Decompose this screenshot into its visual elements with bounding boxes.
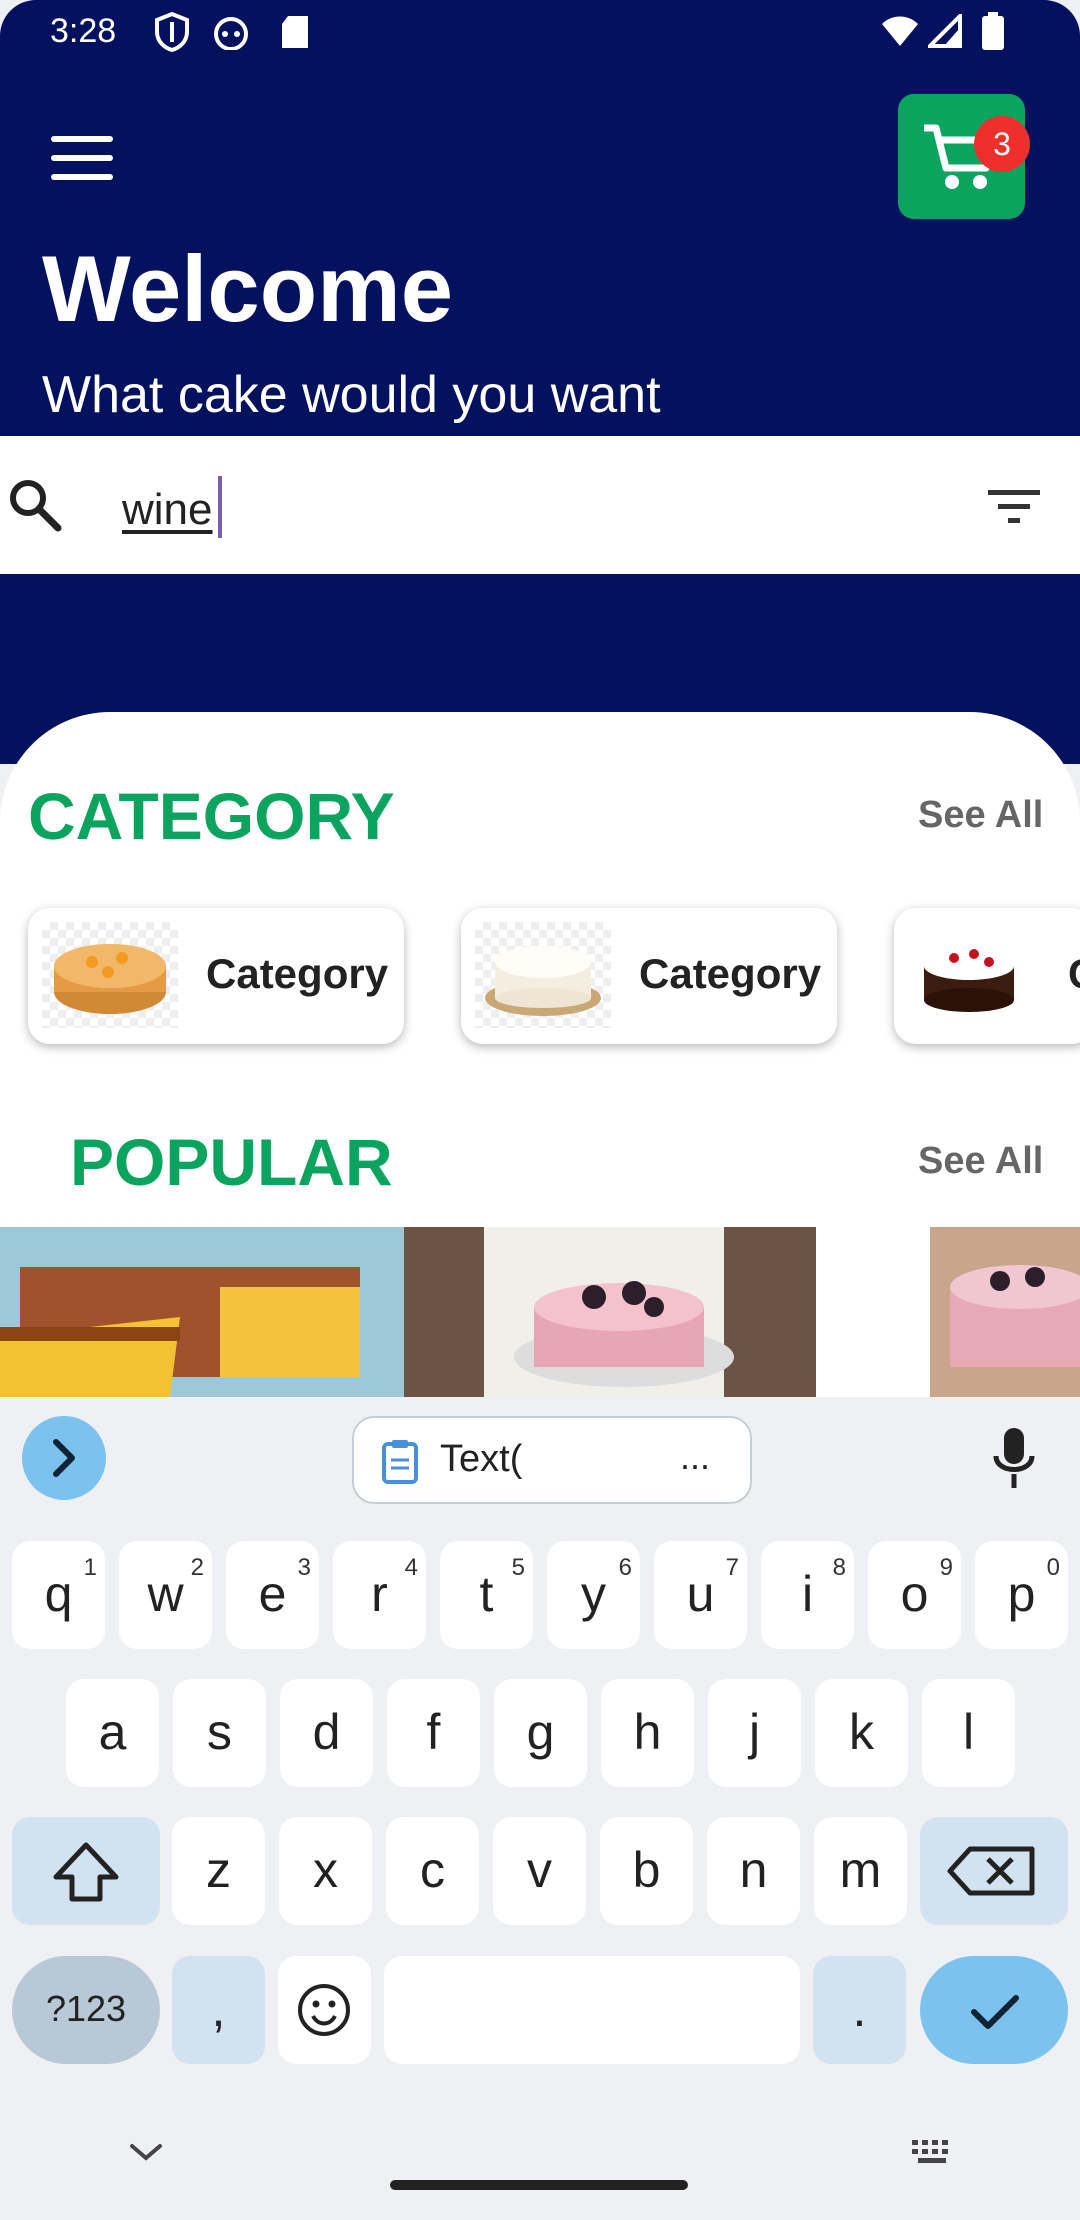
welcome-subtitle: What cake would you want <box>42 366 661 424</box>
popular-item-image[interactable] <box>0 1227 404 1397</box>
key-number-hint: 8 <box>832 1554 846 1581</box>
space-key[interactable] <box>384 1956 800 2064</box>
key-number-hint: 0 <box>1046 1554 1060 1581</box>
emoji-icon <box>298 1984 350 2036</box>
key-p[interactable]: p0 <box>975 1541 1068 1649</box>
popular-title: POPULAR <box>70 1125 393 1199</box>
chef-cake-image <box>404 1227 816 1397</box>
white-cake-image <box>485 946 601 1016</box>
key-m[interactable]: m <box>814 1817 907 1925</box>
sponge-cake-image <box>0 1227 404 1397</box>
search-icon[interactable] <box>6 476 62 532</box>
key-number-hint: 5 <box>511 1554 525 1581</box>
key-f[interactable]: f <box>387 1679 480 1787</box>
black-forest-cake-image <box>924 949 1014 1012</box>
key-g[interactable]: g <box>494 1679 587 1787</box>
key-d[interactable]: d <box>280 1679 373 1787</box>
backspace-icon <box>947 1846 1035 1896</box>
category-image <box>475 922 611 1028</box>
key-t[interactable]: t5 <box>440 1541 533 1649</box>
cat-icon <box>214 17 248 50</box>
key-number-hint: 4 <box>404 1554 418 1581</box>
key-r[interactable]: r4 <box>333 1541 426 1649</box>
category-see-all-link[interactable]: See All <box>918 794 1043 837</box>
key-h[interactable]: h <box>601 1679 694 1787</box>
keyboard-collapse-icon[interactable] <box>126 2140 166 2164</box>
key-j[interactable]: j <box>708 1679 801 1787</box>
clipboard-text: Text( <box>440 1438 523 1480</box>
enter-key[interactable] <box>920 1956 1068 2064</box>
category-title: CATEGORY <box>28 779 395 853</box>
key-number-hint: 9 <box>939 1554 953 1581</box>
cart-count-badge: 3 <box>974 116 1030 172</box>
key-number-hint: 6 <box>618 1554 632 1581</box>
welcome-title: Welcome <box>42 236 453 341</box>
category-label: C <box>1068 950 1080 998</box>
chevron-right-icon <box>53 1439 75 1477</box>
key-i[interactable]: i8 <box>761 1541 854 1649</box>
search-input[interactable]: wine <box>122 485 213 535</box>
category-card[interactable]: C <box>894 908 1080 1044</box>
key-w[interactable]: w2 <box>119 1541 212 1649</box>
orange-cake-image <box>54 944 166 1014</box>
popular-item-spacer <box>816 1227 930 1397</box>
key-y[interactable]: y6 <box>547 1541 640 1649</box>
shield-icon <box>155 12 189 52</box>
key-n[interactable]: n <box>707 1817 800 1925</box>
category-label: Category <box>639 950 822 997</box>
popular-item-image[interactable] <box>930 1227 1080 1397</box>
wifi-icon <box>882 16 918 46</box>
key-c[interactable]: c <box>386 1817 479 1925</box>
key-number-hint: 1 <box>83 1554 97 1581</box>
filter-icon[interactable] <box>988 488 1040 526</box>
category-card[interactable]: Category <box>461 908 837 1044</box>
category-label: Category <box>206 950 389 997</box>
text-cursor <box>218 476 222 538</box>
emoji-key[interactable] <box>278 1956 371 2064</box>
clipboard-suggestion[interactable]: Text( ... <box>352 1416 752 1504</box>
pink-cake-image <box>930 1227 1080 1397</box>
popular-item-image[interactable] <box>404 1227 816 1397</box>
key-b[interactable]: b <box>600 1817 693 1925</box>
key-s[interactable]: s <box>173 1679 266 1787</box>
menu-icon[interactable] <box>51 136 113 193</box>
battery-icon <box>982 12 1004 50</box>
clipboard-ellipsis: ... <box>680 1436 711 1477</box>
shift-key[interactable] <box>12 1817 160 1925</box>
period-key[interactable]: . <box>813 1956 906 2064</box>
key-number-hint: 3 <box>297 1554 311 1581</box>
key-v[interactable]: v <box>493 1817 586 1925</box>
status-bar: 3:28 <box>0 0 1080 66</box>
category-card[interactable]: Category <box>28 908 404 1044</box>
key-number-hint: 7 <box>725 1554 739 1581</box>
status-time: 3:28 <box>50 12 117 50</box>
key-l[interactable]: l <box>922 1679 1015 1787</box>
key-o[interactable]: o9 <box>868 1541 961 1649</box>
sd-card-icon <box>282 16 308 48</box>
shift-icon <box>53 1842 119 1902</box>
keyboard-switch-icon[interactable] <box>910 2138 958 2168</box>
key-q[interactable]: q1 <box>12 1541 105 1649</box>
key-number-hint: 2 <box>190 1554 204 1581</box>
key-a[interactable]: a <box>66 1679 159 1787</box>
key-e[interactable]: e3 <box>226 1541 319 1649</box>
key-z[interactable]: z <box>172 1817 265 1925</box>
keyboard-expand-button[interactable] <box>22 1416 106 1500</box>
key-k[interactable]: k <box>815 1679 908 1787</box>
clipboard-icon <box>382 1440 418 1484</box>
keyboard <box>0 1397 1080 2220</box>
key-x[interactable]: x <box>279 1817 372 1925</box>
check-icon <box>971 1995 1019 2029</box>
popular-see-all-link[interactable]: See All <box>918 1140 1043 1183</box>
signal-icon <box>928 14 962 48</box>
backspace-key[interactable] <box>920 1817 1068 1925</box>
category-image <box>42 922 178 1028</box>
key-u[interactable]: u7 <box>654 1541 747 1649</box>
home-indicator[interactable] <box>390 2180 688 2190</box>
comma-key[interactable]: , <box>172 1956 265 2064</box>
symbols-key[interactable]: ?123 <box>12 1956 160 2064</box>
microphone-icon[interactable] <box>990 1424 1038 1492</box>
